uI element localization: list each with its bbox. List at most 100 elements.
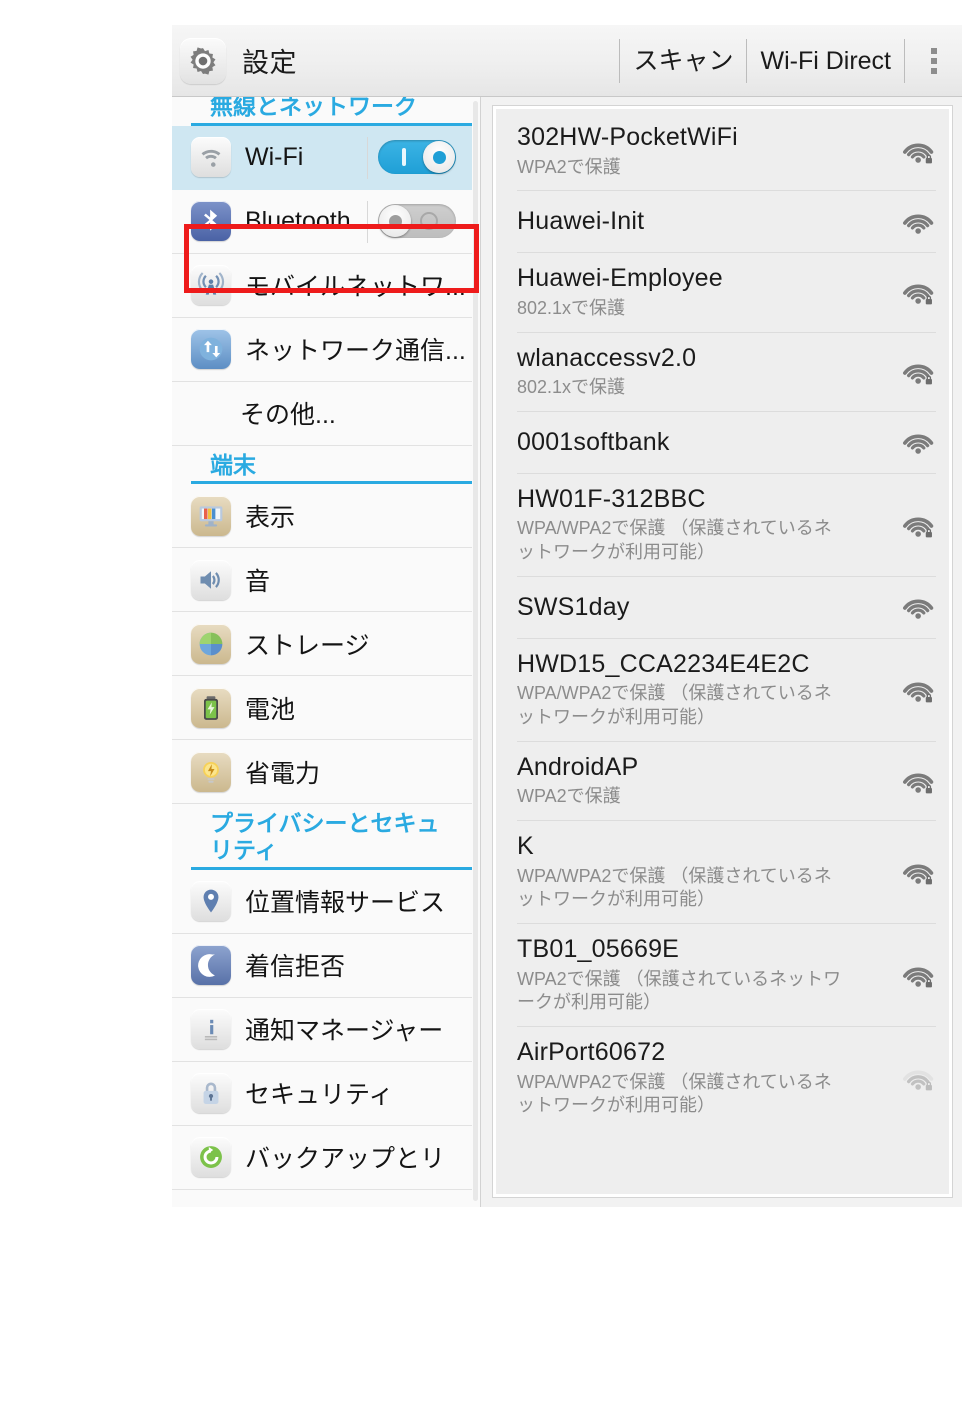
sidebar-item-2[interactable]: モバイルネットワ... [172, 254, 472, 318]
wifi-ssid: AirPort60672 [517, 1038, 666, 1066]
wifi-signal-locked-icon [892, 766, 936, 796]
settings-gear-icon [180, 37, 226, 84]
content-area: 無線とネットワーク Wi-Fi Bluetooth モバイルネットワ... ネットワーク… [172, 97, 962, 1207]
cell-tower-icon [191, 265, 231, 306]
sidebar-scrollbar[interactable] [473, 101, 478, 1201]
battery-icon [191, 687, 231, 728]
sidebar-item-label: その他... [240, 401, 336, 430]
sidebar-item-2[interactable]: 通知マネージャー [172, 998, 472, 1062]
wifi-row-text: AndroidAP WPA2で保護 [517, 753, 892, 809]
sidebar-item-4[interactable]: 省電力 [172, 740, 472, 805]
sidebar-item-label: ストレージ [245, 631, 370, 660]
backup-restore-icon [191, 1137, 231, 1178]
sidebar-item-0[interactable]: Wi-Fi [172, 125, 472, 190]
wifi-signal-locked-icon [892, 675, 936, 705]
sidebar-item-label: ネットワーク通信... [245, 337, 466, 366]
sidebar-item-3[interactable]: 電池 [172, 676, 472, 741]
toggle-switch-bluetooth[interactable] [378, 204, 456, 239]
sidebar-item-label: 省電力 [245, 759, 321, 788]
wifi-network-row[interactable]: Huawei-Employee 802.1xで保護 [517, 253, 936, 333]
sidebar-item-label: 通知マネージャー [245, 1017, 444, 1046]
sidebar-item-label: モバイルネットワ... [245, 273, 466, 302]
sidebar-item-1[interactable]: Bluetooth [172, 190, 472, 254]
sidebar-item-label: Wi-Fi [245, 142, 304, 171]
wifi-signal-locked-icon [892, 510, 936, 540]
sidebar-list: 無線とネットワーク Wi-Fi Bluetooth モバイルネットワ... ネットワーク… [172, 97, 480, 1190]
wifi-list-frame[interactable]: 302HW-PocketWiFi WPA2で保護 Huawei-Init Huawei… [492, 105, 953, 1198]
wifi-security-label: WPA/WPA2で保護 （保護されているネットワークが利用可能） [517, 518, 832, 562]
sidebar-section-header: 無線とネットワーク [191, 97, 472, 126]
title-bar: 設定 スキャン Wi-Fi Direct [172, 25, 962, 97]
wifi-row-text: wlanaccessv2.0 802.1xで保護 [517, 344, 892, 400]
wifi-row-text: 0001softbank [517, 428, 892, 458]
wifi-security-label: 802.1xで保護 [517, 297, 626, 318]
wifi-network-row[interactable]: TB01_05669E WPA2で保護 （保護されているネットワークが利用可能） [517, 924, 936, 1027]
sidebar-item-label: 着信拒否 [245, 953, 346, 982]
toggle-switch-wi-fi[interactable] [378, 140, 456, 175]
wifi-network-row[interactable]: Huawei-Init [517, 191, 936, 254]
wifi-network-row[interactable]: wlanaccessv2.0 802.1xで保護 [517, 333, 936, 412]
wifi-signal-icon [892, 592, 936, 622]
sidebar-section-header: 端末 [191, 446, 472, 485]
wifi-network-panel: 302HW-PocketWiFi WPA2で保護 Huawei-Init Huawei… [481, 97, 962, 1207]
sidebar-item-2[interactable]: ストレージ [172, 612, 472, 677]
sidebar-item-3[interactable]: セキュリティ [172, 1062, 472, 1126]
wifi-network-list: 302HW-PocketWiFi WPA2で保護 Huawei-Init Huawei… [493, 112, 952, 1129]
wifi-row-text: Huawei-Employee 802.1xで保護 [517, 264, 892, 320]
wifi-signal-locked-icon [892, 357, 936, 387]
display-icon [191, 495, 231, 536]
wifi-ssid: 302HW-PocketWiFi [517, 123, 738, 151]
wifi-signal-locked-icon [892, 277, 936, 307]
wifi-ssid: Huawei-Employee [517, 264, 723, 293]
sidebar-item-0[interactable]: 位置情報サービス [172, 870, 472, 934]
overflow-menu-icon[interactable] [904, 38, 962, 83]
sidebar-item-4[interactable]: その他... [172, 382, 472, 446]
page-title: 設定 [242, 48, 297, 78]
wifi-network-row[interactable]: HW01F-312BBC WPA/WPA2で保護 （保護されているネットワークが利… [517, 474, 936, 577]
scan-button[interactable]: スキャン [619, 38, 746, 83]
bluetooth-icon [191, 201, 231, 242]
wifi-ssid: AndroidAP [517, 752, 639, 781]
wifi-ssid: HW01F-312BBC [517, 484, 706, 513]
sound-icon [191, 559, 231, 600]
wifi-ssid: wlanaccessv2.0 [517, 343, 697, 372]
wifi-row-text: K WPA/WPA2で保護 （保護されているネットワークが利用可能） [517, 832, 892, 912]
settings-sidebar[interactable]: 無線とネットワーク Wi-Fi Bluetooth モバイルネットワ... ネットワーク… [172, 97, 481, 1207]
info-icon [191, 1009, 231, 1050]
wifi-network-row[interactable]: 0001softbank [517, 412, 936, 474]
wifi-signal-icon [892, 427, 936, 457]
sidebar-item-1[interactable]: 着信拒否 [172, 934, 472, 998]
wifi-security-label: WPA2で保護 （保護されているネットワークが利用可能） [517, 968, 842, 1013]
sidebar-item-0[interactable]: 表示 [172, 484, 472, 549]
wifi-security-label: 802.1xで保護 [517, 377, 626, 397]
wifi-network-row[interactable]: HWD15_CCA2234E4E2C WPA/WPA2で保護 （保護されているネッ… [517, 639, 936, 742]
wifi-ssid: 0001softbank [517, 427, 670, 456]
sidebar-item-1[interactable]: 音 [172, 548, 472, 613]
lock-icon [191, 1073, 231, 1114]
wifi-signal-icon [892, 207, 936, 237]
wifi-ssid: SWS1day [517, 592, 630, 621]
sidebar-item-label: 音 [245, 567, 271, 596]
wifi-icon [191, 137, 231, 178]
sidebar-item-4[interactable]: バックアップとリ [172, 1126, 472, 1190]
wifi-ssid: TB01_05669E [517, 935, 680, 963]
wifi-row-text: SWS1day [517, 593, 892, 623]
wifi-row-text: TB01_05669E WPA2で保護 （保護されているネットワークが利用可能） [517, 935, 892, 1015]
sidebar-item-label: 電池 [245, 695, 296, 724]
wifi-signal-locked-icon [892, 857, 936, 887]
wifi-network-row[interactable]: AirPort60672 WPA/WPA2で保護 （保護されているネットワークが利… [517, 1027, 936, 1129]
storage-icon [191, 623, 231, 664]
wifi-network-row[interactable]: 302HW-PocketWiFi WPA2で保護 [517, 112, 936, 192]
wifi-direct-button[interactable]: Wi-Fi Direct [746, 38, 904, 83]
sidebar-item-label: 位置情報サービス [245, 889, 446, 918]
wifi-signal-locked-icon [892, 136, 936, 166]
wifi-row-text: HWD15_CCA2234E4E2C WPA/WPA2で保護 （保護されているネッ… [517, 650, 892, 730]
wifi-network-row[interactable]: K WPA/WPA2で保護 （保護されているネットワークが利用可能） [517, 821, 936, 924]
sidebar-item-label: セキュリティ [245, 1081, 394, 1110]
wifi-network-row[interactable]: AndroidAP WPA2で保護 [517, 742, 936, 821]
sidebar-item-3[interactable]: ネットワーク通信... [172, 318, 472, 382]
wifi-security-label: WPA2で保護 [517, 786, 621, 807]
wifi-ssid: HWD15_CCA2234E4E2C [517, 649, 810, 678]
network-transfer-icon [191, 329, 231, 370]
wifi-network-row[interactable]: SWS1day [517, 577, 936, 639]
